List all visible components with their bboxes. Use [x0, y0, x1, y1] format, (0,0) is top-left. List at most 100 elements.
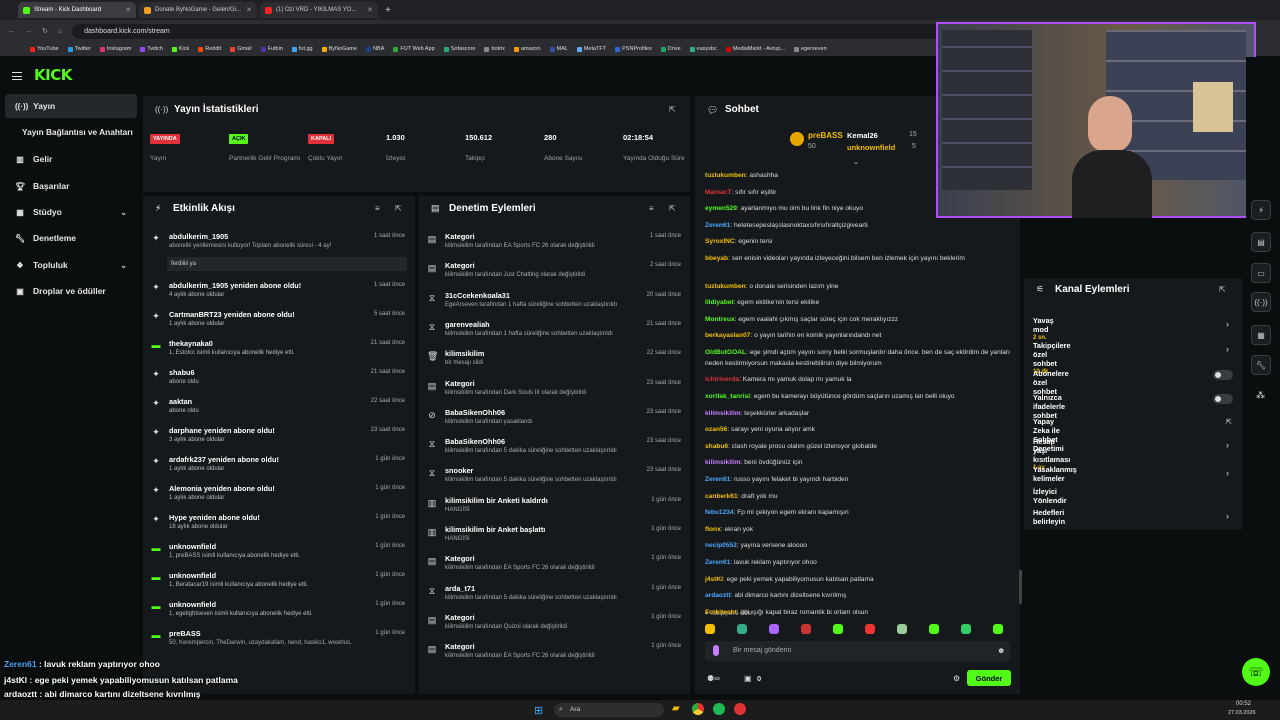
- chat-message[interactable]: Zeren61: russo yayını felaket bi yayındı…: [705, 474, 1015, 485]
- rail-broadcast-icon[interactable]: ((·)): [1251, 292, 1271, 312]
- clock-date[interactable]: 27.03.2026: [1228, 710, 1256, 716]
- chat-username[interactable]: kilimsikilim: [705, 410, 741, 417]
- browser-tab-kick-dashboard[interactable]: Stream - Kick Dashboard ✕: [18, 2, 136, 18]
- bookmark-12[interactable]: Sofascore: [443, 46, 475, 52]
- bookmark-4[interactable]: Kick: [171, 46, 189, 52]
- emote-icon[interactable]: [801, 624, 811, 634]
- activity-item[interactable]: ▬ preBASS 50, Kerempercin, TheDarwin, uzay…: [143, 627, 413, 656]
- moderation-item[interactable]: ⧖ BabaSikenOhh06 kilimsikilim tarafından 5…: [419, 435, 689, 464]
- chat-username[interactable]: OldButGOAL: [705, 349, 746, 356]
- chat-username[interactable]: tuzlukumben: [705, 283, 746, 290]
- spotify-icon[interactable]: [713, 703, 725, 715]
- moderation-item[interactable]: ▤ Kategori kilimsikilim tarafından EA Spor…: [419, 640, 689, 669]
- chat-username[interactable]: Furkitecht: [705, 609, 737, 616]
- chat-username[interactable]: kilimsikilim: [705, 459, 741, 466]
- chat-message[interactable]: febu1234: Fp mi çekiyon egem ekranı kapa…: [705, 507, 1015, 518]
- chat-message[interactable]: canberk61: draft yok mu: [705, 491, 1015, 502]
- chat-username[interactable]: canberk61: [705, 493, 738, 500]
- chrome-icon[interactable]: [692, 703, 704, 715]
- chat-username[interactable]: Zeren61: [705, 222, 730, 229]
- chevron-right-icon[interactable]: ›: [1226, 344, 1229, 354]
- chat-username[interactable]: ozan56: [705, 426, 727, 433]
- reload-icon[interactable]: ↻: [42, 27, 48, 35]
- chat-username[interactable]: xortlak_tanrisi: [705, 393, 750, 400]
- bookmark-5[interactable]: Reddit: [198, 46, 221, 52]
- chevron-right-icon[interactable]: ›: [1226, 511, 1229, 521]
- users-icon[interactable]: ⚉∞: [707, 674, 720, 683]
- bookmark-13[interactable]: botrix: [484, 46, 505, 52]
- chevron-down-icon[interactable]: ⌄: [853, 158, 859, 166]
- moderation-item[interactable]: ⧖ snooker kilimsikilim tarafından 5 dakika…: [419, 464, 689, 493]
- rail-document-icon[interactable]: ▤: [1251, 232, 1271, 252]
- close-tab-icon[interactable]: ✕: [122, 6, 131, 14]
- chat-message[interactable]: lildiyabet: egem ekitike'nin tersi ekiti…: [705, 297, 1015, 308]
- clock-time[interactable]: 00:52: [1236, 701, 1251, 707]
- moderation-item[interactable]: ▤ Kategori kilimsikilim tarafından Dark So…: [419, 377, 689, 406]
- chat-message[interactable]: Montreux: egem vaalahi çıkmış saçlar sür…: [705, 314, 1015, 325]
- activity-item[interactable]: ✦ Hype yeniden abone oldu! 18 aylık abone …: [143, 511, 413, 540]
- activity-item[interactable]: ✦ Alemonia yeniden abone oldu! 1 aylık abo…: [143, 482, 413, 511]
- chat-username[interactable]: tuzlukumben: [705, 172, 746, 179]
- bookmark-16[interactable]: MetaTFT: [576, 46, 606, 52]
- moderation-item[interactable]: ▥ kilimsikilim bir Anketi kaldırdı HANGİSİ…: [419, 494, 689, 523]
- moderation-item[interactable]: ▤ Kategori kilimsikilim tarafından Quizoi …: [419, 611, 689, 640]
- external-link-icon[interactable]: ⇱: [1226, 418, 1232, 426]
- channel-action-row[interactable]: Abonelere özel sohbet: [1033, 369, 1069, 396]
- browser-tab-youtube[interactable]: (1) Ozi VRD - YIKILMAS YO... ✕: [260, 2, 378, 18]
- toggle-switch[interactable]: [1213, 370, 1233, 380]
- bookmark-11[interactable]: FUT Web App: [393, 46, 435, 52]
- bookmark-0[interactable]: YouTube: [30, 46, 59, 52]
- chat-message[interactable]: Zeren61: hetetesepeslaşslasnoktaxsıfırsı…: [705, 220, 1015, 231]
- activity-item[interactable]: ✦ darphane yeniden abone oldu! 3 aylık abo…: [143, 424, 413, 453]
- emote-icon[interactable]: [705, 624, 715, 634]
- rail-bolt-icon[interactable]: ⚡︎: [1251, 200, 1271, 220]
- close-tab-icon[interactable]: ✕: [364, 6, 373, 14]
- url-field[interactable]: dashboard.kick.com/stream: [72, 23, 953, 39]
- browser-tab-bynogame[interactable]: Donate ByNoGame - Gelen/Gi... ✕: [139, 2, 257, 18]
- top-gifter-1-name[interactable]: preBASS: [808, 131, 843, 140]
- bookmark-7[interactable]: Futbin: [260, 46, 283, 52]
- emote-icon[interactable]: [993, 624, 1003, 634]
- activity-item[interactable]: ✦ ardafrk237 yeniden abone oldu! 1 aylık a…: [143, 453, 413, 482]
- expand-icon[interactable]: ⇱: [669, 105, 676, 114]
- chat-message[interactable]: kilimsikilim: teşekkürler arkadaşlar: [705, 408, 1015, 419]
- chat-message[interactable]: OldButGOAL: ege şimdi açtım yayını sorry…: [705, 347, 1015, 369]
- chat-message[interactable]: ardaoztt: abi dimarco kartını dizeltsene…: [705, 590, 1015, 601]
- chat-username[interactable]: j4stKl: [705, 576, 723, 583]
- send-button[interactable]: Gönder: [967, 670, 1011, 686]
- top-gifter-2-name[interactable]: Kemal26: [847, 131, 878, 140]
- chat-username[interactable]: necip0552: [705, 542, 737, 549]
- chat-message[interactable]: tuzlukumben: o donate serisinden lazım y…: [705, 281, 1015, 292]
- sidebar-item-studyo[interactable]: ▦ Stüdyo ⌄: [5, 200, 137, 224]
- chat-message[interactable]: necip0552: yayına versene aloooo: [705, 540, 1015, 551]
- sidebar-item-denetleme[interactable]: 🔧︎ Denetleme: [5, 226, 137, 250]
- moderation-item[interactable]: ▤ Kategori kilimsikilim tarafından Just Ch…: [419, 259, 689, 288]
- back-icon[interactable]: ←: [8, 28, 15, 35]
- channel-action-row[interactable]: Yavaş mod 2 sn.: [1033, 316, 1054, 341]
- help-button[interactable]: ☏: [1242, 658, 1270, 686]
- moderation-item[interactable]: ⧖ garenvealiah kilimsikilim tarafından 1 h…: [419, 318, 689, 347]
- chat-username[interactable]: berkayaslan07: [705, 332, 750, 339]
- taskbar-search[interactable]: ⌕ Ara: [554, 703, 664, 717]
- forward-icon[interactable]: →: [25, 28, 32, 35]
- windows-start-icon[interactable]: ⊞: [534, 704, 543, 717]
- sidebar-item-droplar[interactable]: ▣ Droplar ve ödüller: [5, 279, 137, 303]
- close-tab-icon[interactable]: ✕: [243, 6, 252, 14]
- activity-item[interactable]: ✦ abdulkerim_1905 abonelik yenilemesini ku…: [143, 230, 413, 279]
- chat-message[interactable]: berkayaslan07: o yayın tarihin en komik …: [705, 330, 1015, 341]
- moderation-item[interactable]: 🗑︎ kilimsikilim bir mesajı sildi 22 saat ön…: [419, 347, 689, 376]
- bookmark-9[interactable]: ByNoGame: [321, 46, 357, 52]
- rail-share-icon[interactable]: ⁂: [1256, 390, 1265, 401]
- emote-icon[interactable]: [897, 624, 907, 634]
- chat-message[interactable]: kilimsikilim: beni övdüğünüz için: [705, 457, 1015, 468]
- kick-logo[interactable]: KICK: [34, 66, 72, 84]
- chat-username[interactable]: ichtrinerda: [705, 376, 739, 383]
- top-gifter-3-name[interactable]: unknownfield: [847, 143, 895, 152]
- bookmark-21[interactable]: egerseven: [794, 46, 827, 52]
- channel-action-row[interactable]: İzleyici Yönlendir: [1033, 487, 1067, 505]
- bookmark-8[interactable]: fut.gg: [291, 46, 313, 52]
- chevron-right-icon[interactable]: ›: [1226, 319, 1229, 329]
- bookmark-6[interactable]: Gmail: [230, 46, 252, 52]
- sidebar-item-stream-key[interactable]: Yayın Bağlantısı ve Anahtarı: [5, 120, 137, 144]
- emote-icon[interactable]: [865, 624, 875, 634]
